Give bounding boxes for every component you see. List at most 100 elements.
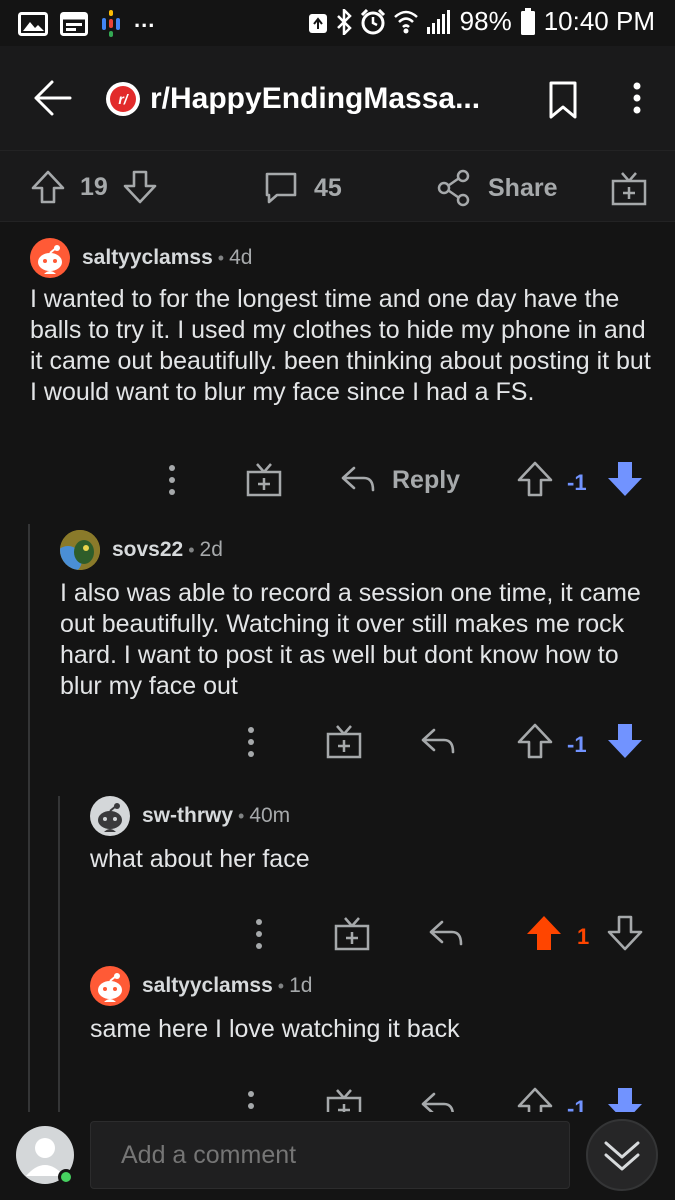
comment-header: sw-thrwy • 40m [90,796,290,836]
comment-body: I wanted to for the longest time and one… [30,285,651,406]
upvote-icon [517,723,553,759]
gallery-icon [18,12,48,36]
bookmark-icon [549,81,577,119]
avatar[interactable] [90,796,130,836]
save-post-button[interactable] [546,80,580,120]
reply-button[interactable] [420,724,456,760]
post-score: 19 [80,172,108,201]
comment-body: same here I love watching it back [90,1015,460,1043]
comment-time: 40m [249,804,291,827]
add-comment-input[interactable] [90,1121,570,1189]
wifi-icon [393,10,418,33]
comment-body: I also was able to record a session one … [60,579,641,700]
snoo-avatar-icon [38,245,62,274]
reply-button[interactable]: Reply [340,460,470,500]
subreddit-icon[interactable]: r/ [106,82,140,116]
reply-button[interactable] [428,916,464,952]
comment-award-button[interactable] [334,914,370,952]
app-bar: r/ r/HappyEndingMassa... [0,46,675,150]
double-chevron-down-icon [604,1141,640,1171]
more-options-button[interactable] [622,78,652,118]
comment-award-button[interactable] [326,722,362,760]
separator-dot: • [238,805,245,826]
post-vote-group: 19 [30,169,158,205]
comment-header: saltyyclamss • 1d [90,966,312,1006]
comment-more-button[interactable] [157,462,187,498]
comment-body: what about her face [90,845,310,873]
comment-time: 2d [199,538,223,561]
comment-username[interactable]: sovs22 [112,538,183,562]
signal-icon [426,9,450,34]
downvote-filled-icon [608,462,642,496]
upvote-button[interactable] [516,722,554,760]
comments-count-button[interactable]: 45 [262,169,342,207]
alarm-icon [360,8,385,34]
battery-percent: 98% [459,6,512,36]
comment: sw-thrwy • 40m what about her face 1 [0,784,675,951]
comment-header: sovs22 • 2d [60,530,223,570]
separator-dot: • [188,539,195,560]
upvote-button[interactable] [516,460,554,498]
share-icon [437,169,470,207]
notification-overflow: ... [134,7,156,32]
share-label: Share [488,173,558,202]
reply-label: Reply [392,466,461,494]
downvote-button[interactable] [606,722,644,760]
more-vertical-icon [633,82,641,114]
downvote-filled-icon [608,724,642,758]
reply-arrow-icon [341,466,375,492]
back-button[interactable] [30,76,74,120]
separator-dot: • [277,975,285,996]
upvote-icon [517,461,553,497]
comment-username[interactable]: saltyyclamss [142,974,273,998]
downvote-button[interactable] [606,914,644,952]
comment-score: 1 [577,924,590,949]
comment-more-button[interactable] [236,724,266,760]
comment-time: 4d [229,246,253,269]
downvote-icon [607,915,643,951]
comment-username[interactable]: saltyyclamss [82,246,213,270]
recycle-icon [308,13,327,33]
comment-time: 1d [289,974,313,997]
comment-award-button[interactable] [246,460,282,498]
gift-icon [611,172,647,206]
separator-dot: • [217,247,225,268]
upvote-filled-icon [527,916,561,950]
arrow-left-icon [34,80,72,116]
custom-avatar-icon [60,530,100,570]
podcast-icon [102,10,120,37]
more-vertical-icon [169,465,175,495]
snoo-avatar-icon [98,803,122,832]
online-status-indicator [58,1169,74,1185]
share-button[interactable]: Share [436,169,557,207]
snoo-avatar-icon [98,973,122,1002]
upvote-button[interactable] [525,914,563,952]
reply-arrow-icon [421,728,455,754]
avatar[interactable] [30,238,70,278]
avatar[interactable] [90,966,130,1006]
comment: saltyyclamss • 1d same here I love watch… [0,954,675,1123]
clock: 10:40 PM [543,6,655,36]
comments-count: 45 [314,173,342,202]
upvote-icon[interactable] [30,169,66,205]
downvote-button[interactable] [606,460,644,498]
gift-icon [246,463,282,497]
bluetooth-icon [336,8,352,35]
post-action-bar: 19 45 Share [0,150,675,222]
comment-more-button[interactable] [244,916,274,952]
comments-list: saltyyclamss • 4d I wanted to for the lo… [0,222,675,1123]
jump-to-next-comment-button[interactable] [586,1119,658,1191]
comment-header: saltyyclamss • 4d [30,238,252,278]
comment-composer-bar [0,1112,675,1200]
subreddit-name[interactable]: r/HappyEndingMassa... [150,82,480,116]
avatar[interactable] [60,530,100,570]
downvote-icon[interactable] [122,169,158,205]
comment: sovs22 • 2d I also was able to record a … [0,518,675,778]
comment-score: -1 [567,470,587,495]
comment-username[interactable]: sw-thrwy [142,804,233,828]
more-vertical-icon [248,727,254,757]
reply-arrow-icon [429,920,463,946]
gift-icon [326,725,362,759]
comment-score: -1 [567,732,587,757]
award-button[interactable] [610,169,648,207]
